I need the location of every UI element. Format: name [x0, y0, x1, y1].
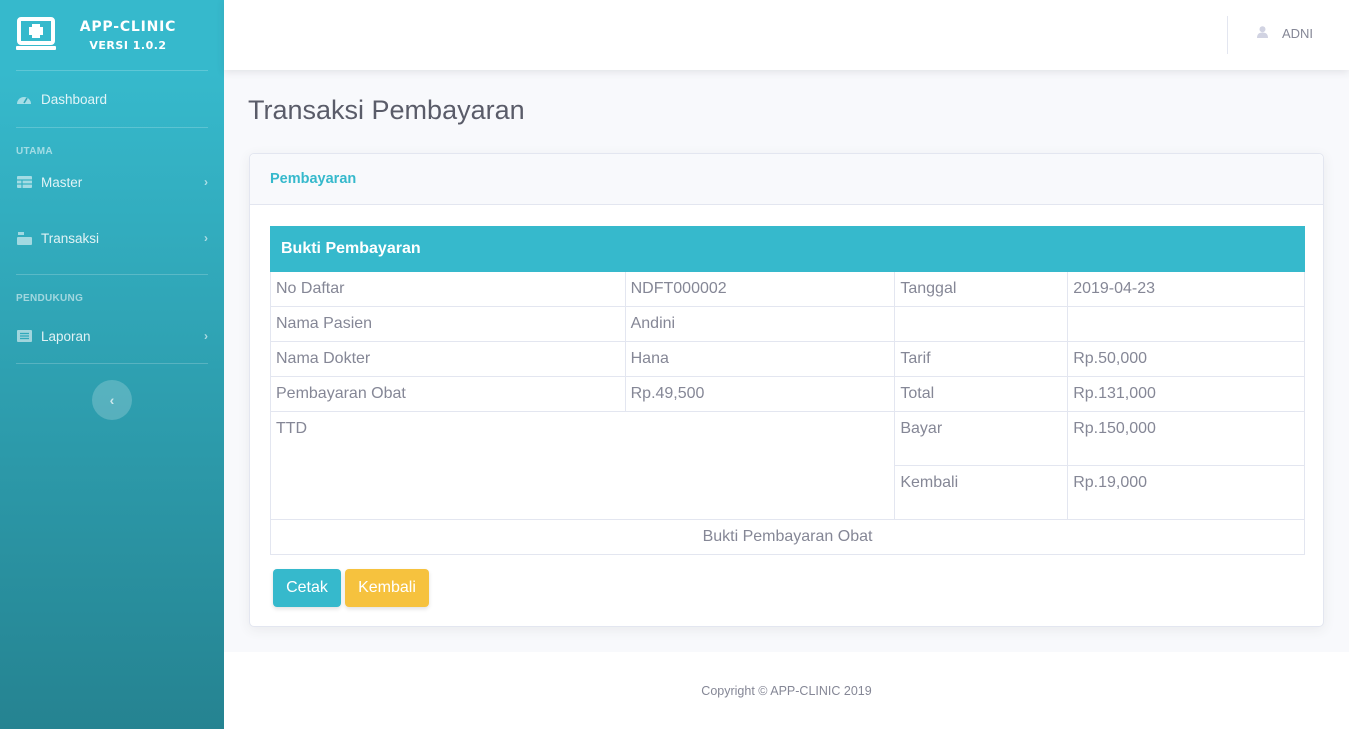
table-row: Nama Dokter Hana Tarif Rp.50,000 — [270, 341, 1305, 377]
receipt-title: Bukti Pembayaran — [270, 226, 1305, 272]
topbar: ADNI — [224, 0, 1349, 70]
brand-version: VERSI 1.0.2 — [89, 38, 167, 52]
cell-label: No Daftar — [270, 271, 626, 307]
print-button[interactable]: Cetak — [273, 569, 341, 607]
cell-label: Nama Pasien — [270, 306, 626, 342]
brand-title: APP-CLINIC — [79, 18, 177, 35]
table-row: TTD Bayar Rp.150,000 — [269, 411, 1305, 520]
signature-cell: TTD — [269, 411, 896, 520]
cell-value: Rp.50,000 — [1067, 341, 1305, 377]
chevron-left-icon: ‹ — [109, 392, 115, 408]
chevron-right-icon: › — [204, 329, 208, 343]
user-icon — [1256, 26, 1268, 41]
topbar-divider — [1227, 16, 1228, 54]
page-title: Transaksi Pembayaran — [248, 95, 525, 125]
cell-label — [894, 306, 1069, 342]
cell-label: Pembayaran Obat — [270, 376, 626, 412]
cell-value: Rp.150,000 — [1067, 411, 1305, 466]
chevron-right-icon: › — [204, 231, 208, 245]
back-button[interactable]: Kembali — [345, 569, 429, 607]
footer: Copyright © APP-CLINIC 2019 — [224, 652, 1349, 729]
cell-value: Andini — [624, 306, 896, 342]
sidebar-item-dashboard[interactable]: Dashboard — [0, 71, 224, 127]
user-name: ADNI — [1281, 26, 1313, 41]
tachometer-icon — [16, 93, 32, 106]
cell-value — [1067, 306, 1305, 342]
card-header: Pembayaran — [250, 154, 1323, 205]
cell-label: Total — [894, 376, 1069, 412]
clinic-monitor-icon — [16, 17, 56, 50]
receipt-title-row: Bukti Pembayaran — [270, 226, 1305, 272]
payment-card: Pembayaran Bukti Pembayaran No Daftar ND… — [249, 153, 1324, 627]
cell-value: Rp.19,000 — [1067, 465, 1305, 520]
cell-value: NDFT000002 — [624, 271, 896, 307]
sidebar-item-label: Laporan — [41, 328, 91, 344]
receipt-footer: Bukti Pembayaran Obat — [270, 519, 1305, 555]
cell-label: Bayar — [894, 411, 1069, 466]
user-menu[interactable]: ADNI — [1256, 26, 1313, 41]
sidebar-heading-utama: UTAMA — [16, 146, 53, 157]
cell-value: Hana — [624, 341, 896, 377]
sidebar-item-label: Transaksi — [41, 230, 100, 246]
sidebar: APP-CLINIC VERSI 1.0.2 Dashboard UTAMA M… — [0, 0, 224, 729]
cell-label: Kembali — [894, 465, 1069, 520]
table-row: No Daftar NDFT000002 Tanggal 2019-04-23 — [270, 271, 1305, 307]
sidebar-toggle-button[interactable]: ‹ — [92, 380, 132, 420]
cell-value: Rp.49,500 — [624, 376, 896, 412]
table-row: Bukti Pembayaran Obat — [270, 519, 1305, 555]
cell-label: Tanggal — [894, 271, 1069, 307]
sidebar-divider — [16, 363, 208, 364]
table-icon — [16, 176, 32, 189]
cell-label: Tarif — [894, 341, 1069, 377]
list-alt-icon — [16, 330, 32, 343]
sidebar-item-master[interactable]: Master › — [0, 162, 224, 202]
cell-value: Rp.131,000 — [1067, 376, 1305, 412]
brand[interactable]: APP-CLINIC VERSI 1.0.2 — [0, 0, 224, 70]
copyright-text: Copyright © APP-CLINIC 2019 — [701, 683, 872, 698]
sidebar-item-transaksi[interactable]: Transaksi › — [0, 202, 224, 274]
chevron-right-icon: › — [204, 175, 208, 189]
table-row: Pembayaran Obat Rp.49,500 Total Rp.131,0… — [270, 376, 1305, 412]
cell-label: Nama Dokter — [270, 341, 626, 377]
table-row: Nama Pasien Andini — [270, 306, 1305, 342]
receipt-table: Bukti Pembayaran No Daftar NDFT000002 Ta… — [269, 226, 1305, 555]
cell-value: 2019-04-23 — [1067, 271, 1305, 307]
sidebar-item-label: Dashboard — [41, 91, 108, 107]
cash-register-icon — [16, 231, 32, 245]
sidebar-heading-pendukung: PENDUKUNG — [16, 293, 84, 304]
sidebar-item-label: Master — [41, 174, 83, 190]
sidebar-item-laporan[interactable]: Laporan › — [0, 309, 224, 363]
